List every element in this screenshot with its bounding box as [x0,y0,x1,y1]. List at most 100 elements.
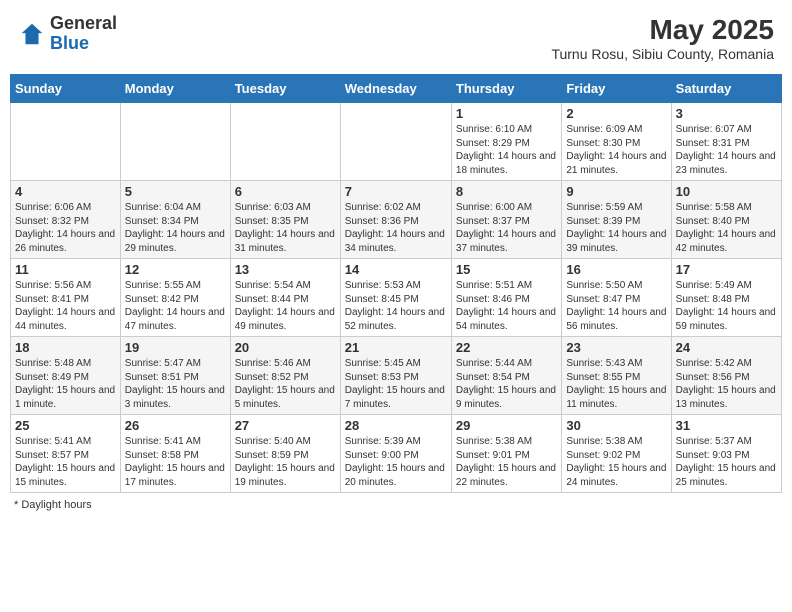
day-cell: 2 Sunrise: 6:09 AMSunset: 8:30 PMDaylight… [562,103,671,181]
day-info: Sunrise: 5:38 AMSunset: 9:01 PMDaylight:… [456,435,557,489]
day-info: Sunrise: 5:53 AMSunset: 8:45 PMDaylight:… [345,279,447,333]
day-number: 29 [456,418,557,433]
day-info: Sunrise: 5:47 AMSunset: 8:51 PMDaylight:… [125,357,226,411]
day-number: 18 [15,340,116,355]
day-info: Sunrise: 5:38 AMSunset: 9:02 PMDaylight:… [566,435,666,489]
day-cell: 23 Sunrise: 5:43 AMSunset: 8:55 PMDayligh… [562,337,671,415]
day-cell: 13Sunrise: 5:54 AMSunset: 8:44 PMDayligh… [230,259,340,337]
col-header-sunday: Sunday [11,75,121,103]
day-cell: 22 Sunrise: 5:44 AMSunset: 8:54 PMDayligh… [451,337,561,415]
day-info: Sunrise: 5:46 AMSunset: 8:52 PMDaylight:… [235,357,336,411]
day-cell: 27Sunrise: 5:40 AMSunset: 8:59 PMDayligh… [230,415,340,493]
day-info: Sunrise: 5:51 AMSunset: 8:46 PMDaylight:… [456,279,557,333]
day-cell: 30 Sunrise: 5:38 AMSunset: 9:02 PMDayligh… [562,415,671,493]
day-number: 23 [566,340,666,355]
day-cell: 4 Sunrise: 6:06 AMSunset: 8:32 PMDaylight… [11,181,121,259]
day-info: Sunrise: 5:43 AMSunset: 8:55 PMDaylight:… [566,357,666,411]
day-cell: 18Sunrise: 5:48 AMSunset: 8:49 PMDayligh… [11,337,121,415]
calendar-table: SundayMondayTuesdayWednesdayThursdayFrid… [10,74,782,493]
col-header-tuesday: Tuesday [230,75,340,103]
footer-note: * Daylight hours [10,499,782,511]
day-cell [11,103,121,181]
day-cell: 1 Sunrise: 6:10 AMSunset: 8:29 PMDaylight… [451,103,561,181]
day-number: 22 [456,340,557,355]
day-number: 20 [235,340,336,355]
day-info: Sunrise: 5:45 AMSunset: 8:53 PMDaylight:… [345,357,447,411]
day-info: Sunrise: 5:58 AMSunset: 8:40 PMDaylight:… [676,201,777,255]
day-cell: 3 Sunrise: 6:07 AMSunset: 8:31 PMDaylight… [671,103,781,181]
calendar-subtitle: Turnu Rosu, Sibiu County, Romania [551,46,774,62]
logo: General Blue [18,14,117,54]
day-info: Sunrise: 5:50 AMSunset: 8:47 PMDaylight:… [566,279,666,333]
calendar-title: May 2025 [551,14,774,46]
day-cell: 17Sunrise: 5:49 AMSunset: 8:48 PMDayligh… [671,259,781,337]
day-cell: 12 Sunrise: 5:55 AMSunset: 8:42 PMDayligh… [120,259,230,337]
day-number: 9 [566,184,666,199]
day-info: Sunrise: 6:06 AMSunset: 8:32 PMDaylight:… [15,201,116,255]
day-info: Sunrise: 6:10 AMSunset: 8:29 PMDaylight:… [456,123,557,177]
day-number: 12 [125,262,226,277]
day-number: 1 [456,106,557,121]
day-cell: 25 Sunrise: 5:41 AMSunset: 8:57 PMDayligh… [11,415,121,493]
week-row-2: 4 Sunrise: 6:06 AMSunset: 8:32 PMDaylight… [11,181,782,259]
day-number: 10 [676,184,777,199]
day-info: Sunrise: 6:03 AMSunset: 8:35 PMDaylight:… [235,201,336,255]
day-cell: 5Sunrise: 6:04 AMSunset: 8:34 PMDaylight… [120,181,230,259]
day-cell: 10 Sunrise: 5:58 AMSunset: 8:40 PMDayligh… [671,181,781,259]
day-cell: 19Sunrise: 5:47 AMSunset: 8:51 PMDayligh… [120,337,230,415]
day-number: 16 [566,262,666,277]
day-cell: 20 Sunrise: 5:46 AMSunset: 8:52 PMDayligh… [230,337,340,415]
day-number: 6 [235,184,336,199]
day-info: Sunrise: 5:37 AMSunset: 9:03 PMDaylight:… [676,435,777,489]
day-cell: 8Sunrise: 6:00 AMSunset: 8:37 PMDaylight… [451,181,561,259]
day-info: Sunrise: 5:41 AMSunset: 8:57 PMDaylight:… [15,435,116,489]
day-number: 14 [345,262,447,277]
week-row-5: 25 Sunrise: 5:41 AMSunset: 8:57 PMDayligh… [11,415,782,493]
week-row-4: 18Sunrise: 5:48 AMSunset: 8:49 PMDayligh… [11,337,782,415]
day-info: Sunrise: 5:55 AMSunset: 8:42 PMDaylight:… [125,279,226,333]
day-number: 30 [566,418,666,433]
day-cell [340,103,451,181]
day-info: Sunrise: 5:59 AMSunset: 8:39 PMDaylight:… [566,201,666,255]
day-info: Sunrise: 6:04 AMSunset: 8:34 PMDaylight:… [125,201,226,255]
day-cell: 7Sunrise: 6:02 AMSunset: 8:36 PMDaylight… [340,181,451,259]
day-number: 21 [345,340,447,355]
calendar-header-row: SundayMondayTuesdayWednesdayThursdayFrid… [11,75,782,103]
logo-icon [18,20,46,48]
day-cell: 24Sunrise: 5:42 AMSunset: 8:56 PMDayligh… [671,337,781,415]
day-number: 28 [345,418,447,433]
day-info: Sunrise: 6:02 AMSunset: 8:36 PMDaylight:… [345,201,447,255]
day-cell: 31 Sunrise: 5:37 AMSunset: 9:03 PMDayligh… [671,415,781,493]
day-number: 4 [15,184,116,199]
day-info: Sunrise: 5:39 AMSunset: 9:00 PMDaylight:… [345,435,447,489]
day-number: 25 [15,418,116,433]
day-cell: 16 Sunrise: 5:50 AMSunset: 8:47 PMDayligh… [562,259,671,337]
day-info: Sunrise: 5:44 AMSunset: 8:54 PMDaylight:… [456,357,557,411]
footer-text: Daylight hours [21,499,91,511]
day-cell: 15 Sunrise: 5:51 AMSunset: 8:46 PMDayligh… [451,259,561,337]
day-number: 3 [676,106,777,121]
day-cell: 14 Sunrise: 5:53 AMSunset: 8:45 PMDayligh… [340,259,451,337]
day-info: Sunrise: 6:07 AMSunset: 8:31 PMDaylight:… [676,123,777,177]
day-info: Sunrise: 5:42 AMSunset: 8:56 PMDaylight:… [676,357,777,411]
day-cell: 11Sunrise: 5:56 AMSunset: 8:41 PMDayligh… [11,259,121,337]
day-number: 31 [676,418,777,433]
day-cell [230,103,340,181]
day-number: 11 [15,262,116,277]
logo-general: General [50,14,117,34]
day-cell: 6 Sunrise: 6:03 AMSunset: 8:35 PMDaylight… [230,181,340,259]
page-header: General Blue May 2025 Turnu Rosu, Sibiu … [10,10,782,66]
day-info: Sunrise: 5:54 AMSunset: 8:44 PMDaylight:… [235,279,336,333]
day-number: 26 [125,418,226,433]
day-info: Sunrise: 5:40 AMSunset: 8:59 PMDaylight:… [235,435,336,489]
day-info: Sunrise: 5:49 AMSunset: 8:48 PMDaylight:… [676,279,777,333]
col-header-monday: Monday [120,75,230,103]
col-header-friday: Friday [562,75,671,103]
week-row-3: 11Sunrise: 5:56 AMSunset: 8:41 PMDayligh… [11,259,782,337]
day-cell: 9 Sunrise: 5:59 AMSunset: 8:39 PMDaylight… [562,181,671,259]
col-header-wednesday: Wednesday [340,75,451,103]
day-info: Sunrise: 6:09 AMSunset: 8:30 PMDaylight:… [566,123,666,177]
day-number: 2 [566,106,666,121]
day-cell: 28 Sunrise: 5:39 AMSunset: 9:00 PMDayligh… [340,415,451,493]
day-number: 15 [456,262,557,277]
